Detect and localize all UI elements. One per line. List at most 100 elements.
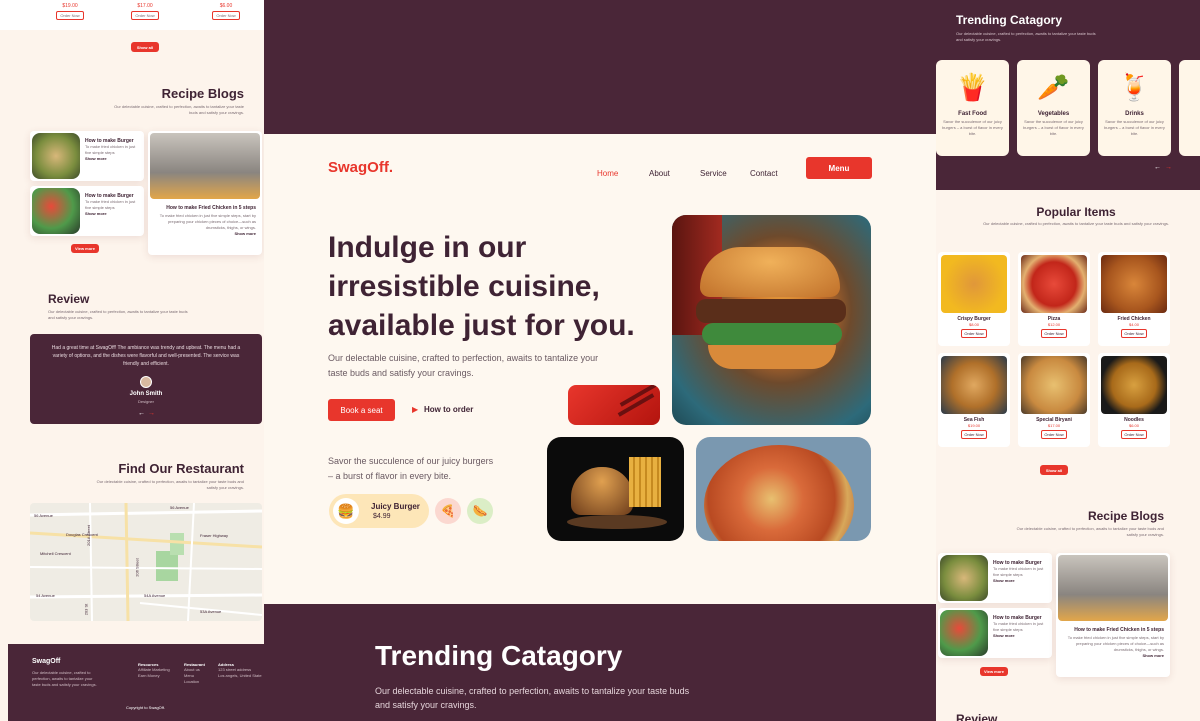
how-to-order-link[interactable]: How to order [424,405,473,414]
section-title: Recipe Blogs [1087,509,1164,523]
right-preview-panel: Trending Catagory Our delectable cuisine… [936,0,1200,721]
popular-item-card[interactable]: Fried Chicken $4.00 Order Now [1098,252,1170,346]
center-top-band [264,0,936,134]
show-all-button[interactable]: Show all [1040,465,1068,475]
product-pill[interactable]: 🍔 Juicy Burger $4.99 [329,494,429,528]
category-card-drinks[interactable]: 🍹 Drinks Savor the succulence of our jui… [1098,60,1171,156]
blog-card[interactable]: How to make Burger To make fried chicken… [938,608,1052,658]
blog-card[interactable]: How to make Burger To make fried chicken… [30,131,144,181]
hotdog-icon[interactable]: 🌭 [467,498,493,524]
blog-title: How to make Fried Chicken in 5 steps [1074,627,1164,633]
left-preview-panel: $19.00 Order Now $17.00 Order Now $6.00 … [0,0,264,721]
order-now-button[interactable]: Order Now [212,11,240,20]
brand-logo[interactable]: SwagOff. [328,159,393,176]
drinks-icon: 🍹 [1118,72,1151,102]
vegetables-icon: 🥕 [1037,72,1070,102]
popular-item-card[interactable]: Sea Fish $19.00 Order Now [938,353,1010,447]
view-more-button[interactable]: View more [71,244,99,253]
feature-blog-card[interactable]: How to make Fried Chicken in 5 steps To … [1056,553,1170,677]
blog-card[interactable]: How to make Burger To make fried chicken… [938,553,1052,603]
nav-about[interactable]: About [649,163,670,181]
footer-address: Los angels, United State [218,673,262,678]
nav-contact[interactable]: Contact [750,163,778,181]
arrow-left-icon[interactable]: ← [1154,164,1161,171]
street-label: Mitchell Crescent [40,551,71,556]
show-all-button[interactable]: Show all [131,42,159,52]
restaurant-map[interactable]: 56 Avenue 56 Avenue Douglas Crescent Fra… [30,503,262,621]
blog-card[interactable]: How to make Burger To make fried chicken… [30,186,144,236]
show-more-link[interactable]: Show more [1064,653,1164,658]
section-title: Review [956,712,998,721]
nav-service[interactable]: Service [700,163,727,181]
popular-item-card[interactable]: Crispy Burger $8.00 Order Now [938,252,1010,346]
show-more-link[interactable]: Show more [85,211,141,216]
hero-headline-line: Indulge in our [328,231,527,264]
street-label: 203 St [83,603,89,616]
book-seat-button[interactable]: Book a seat [328,399,395,421]
order-now-button[interactable]: Order Now [131,11,159,20]
footer-link[interactable]: Earn Money [138,673,178,679]
product-name: Juicy Burger [371,502,420,511]
section-subtitle: Our delectable cuisine, crafted to perfe… [96,479,244,490]
section-title: Recipe Blogs [161,86,244,101]
category-card-partial[interactable] [1179,60,1200,156]
review-quote: Had a great time at SwagOff! The ambianc… [51,345,241,367]
order-now-button[interactable]: Order Now [961,329,987,338]
section-title: Trending Catagory [956,13,1063,27]
order-now-button[interactable]: Order Now [1121,329,1147,338]
category-card-vegetables[interactable]: 🥕 Vegetables Savor the succulence of our… [1017,60,1090,156]
feature-blog-card[interactable]: How to make Fried Chicken in 5 steps To … [148,131,262,255]
view-more-button[interactable]: View more [980,667,1008,676]
order-now-button[interactable]: Order Now [1041,430,1067,439]
category-text: Savor the succulence of our juicy burger… [1023,119,1084,136]
product-price: $17.00 [137,3,153,9]
show-more-link[interactable]: Show more [156,231,256,236]
copyright: Copyright to SwagOff. [126,705,166,710]
blog-text: To make fried chicken in just five simpl… [85,199,136,210]
footer-link[interactable]: Location [184,679,216,685]
item-image [941,356,1007,414]
order-now-button[interactable]: Order Now [56,11,84,20]
savor-text: Savor the succulence of our juicy burger… [328,456,494,481]
nav-home[interactable]: Home [597,163,618,181]
arrow-left-icon[interactable]: ← [138,410,145,417]
blog-image [940,555,988,601]
footer: SwagOff Our delectable cuisine, crafted … [8,644,264,721]
blog-text: To make fried chicken in just five simpl… [1067,635,1164,652]
street-label: 201A Street [85,525,91,546]
product-price: $4.99 [373,513,391,520]
show-more-link[interactable]: Show more [993,578,1049,583]
order-now-button[interactable]: Order Now [1041,329,1067,338]
item-price: $12.00 [1047,322,1061,327]
burger-fries-image [547,437,684,541]
street-label: Douglas Crescent [66,532,98,537]
category-card-fast-food[interactable]: 🍟 Fast Food Savor the succulence of our … [936,60,1009,156]
pizza-icon[interactable]: 🍕 [435,498,461,524]
product-price: $19.00 [62,3,78,9]
play-icon[interactable]: ▶ [412,405,418,414]
blog-image [940,610,988,656]
trending-category-section: Trending Catagory Our delectable cuisine… [936,0,1200,190]
section-title: Find Our Restaurant [118,461,244,476]
product-price: $6.00 [219,3,233,9]
section-subtitle: Our delectable cuisine, crafted to perfe… [48,309,188,320]
order-now-button[interactable]: Order Now [961,430,987,439]
popular-item-card[interactable]: Special Biryani $17.00 Order Now [1018,353,1090,447]
show-more-link[interactable]: Show more [85,156,141,161]
arrow-right-icon[interactable]: → [1165,164,1172,171]
blog-text: To make fried chicken in just five simpl… [993,566,1044,577]
red-food-image [568,385,660,425]
order-now-button[interactable]: Order Now [1121,430,1147,439]
pizza-image [696,437,871,541]
item-image [1021,356,1087,414]
hero-headline-line: irresistible cuisine, [328,270,600,303]
burger-icon: 🍔 [333,498,359,524]
section-subtitle: Our delectable cuisine, crafted to perfe… [375,686,690,710]
menu-button[interactable]: Menu [806,157,872,179]
popular-item-card[interactable]: Noodles $6.00 Order Now [1098,353,1170,447]
item-price: $6.00 [1128,423,1139,428]
product-card-row: $19.00 Order Now $17.00 Order Now $6.00 … [0,0,264,30]
arrow-right-icon[interactable]: → [148,410,155,417]
show-more-link[interactable]: Show more [993,633,1049,638]
popular-item-card[interactable]: Pizza $12.00 Order Now [1018,252,1090,346]
